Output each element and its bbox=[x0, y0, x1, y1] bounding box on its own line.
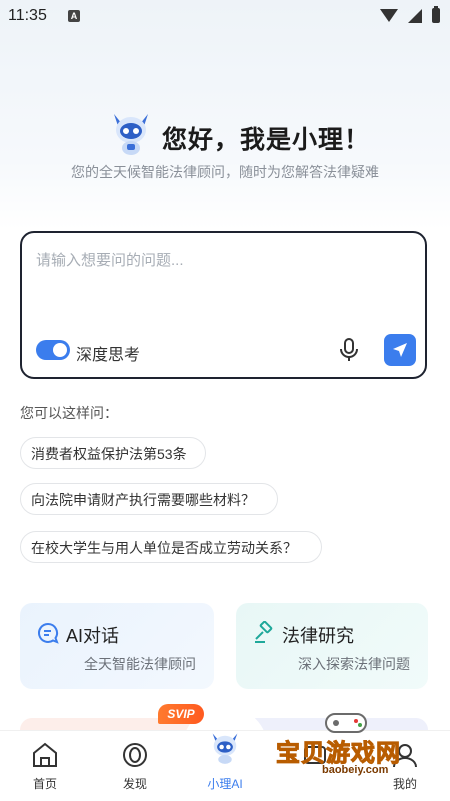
tab-home[interactable]: 首页 bbox=[0, 731, 90, 801]
send-button[interactable] bbox=[384, 334, 416, 366]
status-time: 11:35 bbox=[8, 7, 47, 24]
microphone-icon[interactable] bbox=[338, 337, 360, 363]
discover-icon bbox=[123, 743, 147, 767]
gamepad-icon bbox=[325, 713, 367, 733]
watermark-url: baobeiy.com bbox=[322, 764, 389, 776]
card-subtitle: 深入探索法律问题 bbox=[298, 656, 410, 672]
send-icon bbox=[393, 343, 407, 357]
tab-xiaoli-ai[interactable]: 小理AI bbox=[180, 731, 270, 801]
deep-think-toggle[interactable] bbox=[36, 340, 70, 360]
tab-discover[interactable]: 发现 bbox=[90, 731, 180, 801]
card-title: AI对话 bbox=[66, 626, 120, 646]
ai-chat-card[interactable]: AI对话 全天智能法律顾问 bbox=[20, 603, 214, 689]
tab-label: 小理AI bbox=[207, 777, 243, 791]
watermark-text: 宝贝游戏网 bbox=[276, 740, 401, 768]
notification-icon: A bbox=[68, 10, 80, 22]
deep-think-label: 深度思考 bbox=[76, 347, 141, 364]
suggestion-chip[interactable]: 在校大学生与用人单位是否成立劳动关系？ bbox=[20, 531, 322, 563]
watermark-logo: 宝贝游戏网 baobeiy.com bbox=[268, 708, 440, 790]
battery-icon bbox=[432, 6, 440, 23]
chat-icon bbox=[38, 622, 59, 644]
vip-badge: SVIP bbox=[158, 704, 204, 724]
legal-research-card[interactable]: 法律研究 深入探索法律问题 bbox=[236, 603, 428, 689]
mascot-icon bbox=[114, 114, 148, 155]
wifi-icon bbox=[380, 9, 398, 22]
card-subtitle: 全天智能法律顾问 bbox=[84, 656, 196, 672]
system-icons bbox=[380, 6, 440, 23]
suggestion-chip[interactable]: 消费者权益保护法第53条 bbox=[20, 437, 206, 469]
tab-label: 发现 bbox=[122, 777, 147, 791]
suggestions-title: 您可以这样问： bbox=[20, 405, 118, 421]
hero-section: 您好，我是小理！ 您的全天候智能法律顾问，随时为您解答法律疑难 bbox=[0, 104, 450, 184]
signal-icon bbox=[408, 8, 422, 23]
question-input[interactable]: 请输入想要问的问题... bbox=[36, 249, 184, 270]
card-title: 法律研究 bbox=[282, 626, 354, 646]
tab-label: 首页 bbox=[32, 777, 57, 791]
mascot-icon bbox=[212, 733, 238, 764]
question-input-box[interactable]: 请输入想要问的问题... 深度思考 bbox=[20, 231, 427, 379]
page-subtitle: 您的全天候智能法律顾问，随时为您解答法律疑难 bbox=[71, 164, 379, 180]
suggestion-chip[interactable]: 向法院申请财产执行需要哪些材料？ bbox=[20, 483, 278, 515]
gavel-icon bbox=[255, 621, 273, 643]
page-title: 您好，我是小理！ bbox=[162, 126, 371, 154]
status-bar: 11:35 A bbox=[0, 0, 450, 32]
home-icon bbox=[33, 742, 57, 767]
